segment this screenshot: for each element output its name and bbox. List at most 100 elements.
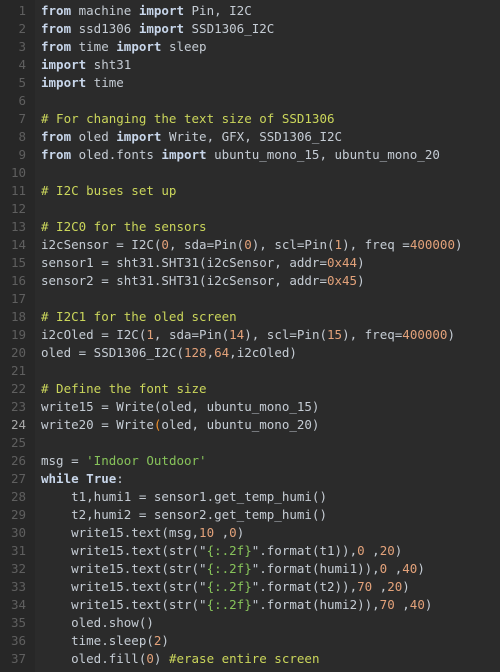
line-number: 8 bbox=[18, 129, 26, 144]
code-token-num: 0x45 bbox=[326, 273, 358, 288]
code-line[interactable]: 8 from oled import Write, GFX, SSD1306_I2… bbox=[0, 128, 500, 146]
code-line[interactable]: 9 from oled.fonts import ubuntu_mono_15, … bbox=[0, 146, 500, 164]
code-line[interactable]: 26 msg = 'Indoor Outdoor' bbox=[0, 452, 500, 470]
code-line[interactable]: 25 bbox=[0, 434, 500, 452]
line-number: 11 bbox=[10, 183, 26, 198]
code-line[interactable]: 13 # I2C0 for the sensors bbox=[0, 218, 500, 236]
line-number: 27 bbox=[10, 471, 26, 486]
code-line[interactable]: 32 write15.text(str("{:.2f}".format(humi… bbox=[0, 560, 500, 578]
code-token-num: 0x44 bbox=[326, 255, 358, 270]
code-line[interactable]: 3 from time import sleep bbox=[0, 38, 500, 56]
code-line[interactable]: 37 oled.fill(0) #erase entire screen bbox=[0, 650, 500, 668]
code-line[interactable]: 29 t2,humi2 = sensor2.get_temp_humi() bbox=[0, 506, 500, 524]
code-line[interactable]: 18 # I2C1 for the oled screen bbox=[0, 308, 500, 326]
code-token-id: ".format(t2)), bbox=[251, 579, 358, 594]
code-token-num: 64 bbox=[214, 345, 230, 360]
code-line[interactable]: 21 bbox=[0, 362, 500, 380]
code-token-id: ) bbox=[357, 273, 365, 288]
line-number: 19 bbox=[10, 327, 26, 342]
code-line[interactable]: 10 bbox=[0, 164, 500, 182]
code-line[interactable]: 19 i2cOled = I2C(1, sda=Pin(14), scl=Pin(… bbox=[0, 326, 500, 344]
code-token-num: 70 bbox=[379, 597, 395, 612]
code-line[interactable]: 2 from ssd1306 import SSD1306_I2C bbox=[0, 20, 500, 38]
code-line[interactable]: 7 # For changing the text size of SSD1306 bbox=[0, 110, 500, 128]
code-token-id: ) bbox=[447, 327, 455, 342]
code-token-id: ) bbox=[357, 255, 365, 270]
code-token-kw: import bbox=[138, 3, 184, 18]
code-line[interactable]: 20 oled = SSD1306_I2C(128,64,i2cOled) bbox=[0, 344, 500, 362]
line-number: 33 bbox=[10, 579, 26, 594]
code-token-kw: from bbox=[41, 21, 72, 36]
code-token-num: 400000 bbox=[409, 237, 455, 252]
code-line[interactable]: 5 import time bbox=[0, 74, 500, 92]
code-token-kw: from bbox=[41, 129, 72, 144]
line-number: 34 bbox=[10, 597, 26, 612]
code-token-id: i2cSensor = I2C( bbox=[41, 237, 162, 252]
code-line[interactable]: 6 bbox=[0, 92, 500, 110]
line-number: 23 bbox=[10, 399, 26, 414]
line-number: 25 bbox=[10, 435, 26, 450]
code-token-id: time bbox=[86, 75, 124, 90]
code-line[interactable]: 28 t1,humi1 = sensor1.get_temp_humi() bbox=[0, 488, 500, 506]
code-token-num: 20 bbox=[387, 579, 403, 594]
code-line[interactable]: 1 from machine import Pin, I2C bbox=[0, 2, 500, 20]
line-number: 1 bbox=[18, 3, 26, 18]
code-line[interactable]: 14 i2cSensor = I2C(0, sda=Pin(0), scl=Pin… bbox=[0, 236, 500, 254]
code-token-id: ) bbox=[417, 561, 425, 576]
code-token-id: , bbox=[364, 543, 380, 558]
code-token-kw: from bbox=[41, 39, 72, 54]
line-number: 30 bbox=[10, 525, 26, 540]
line-number: 26 bbox=[10, 453, 26, 468]
code-token-str: {:.2f} bbox=[206, 543, 252, 558]
line-number: 16 bbox=[10, 273, 26, 288]
code-token-id: Pin, I2C bbox=[184, 3, 252, 18]
line-number: 9 bbox=[18, 147, 26, 162]
code-token-kw: import bbox=[41, 75, 87, 90]
code-line[interactable]: 23 write15 = Write(oled, ubuntu_mono_15) bbox=[0, 398, 500, 416]
code-token-id: write15.text(str(" bbox=[41, 579, 207, 594]
code-line[interactable]: 22 # Define the font size bbox=[0, 380, 500, 398]
code-token-num: 14 bbox=[229, 327, 245, 342]
code-line[interactable]: 12 bbox=[0, 200, 500, 218]
code-token-num: 10 bbox=[199, 525, 215, 540]
code-token-kw: import bbox=[138, 21, 184, 36]
line-number: 31 bbox=[10, 543, 26, 558]
code-token-id: write15 = Write(oled, ubuntu_mono_15) bbox=[41, 399, 320, 414]
code-token-id: ) bbox=[236, 525, 245, 540]
code-line[interactable]: 36 time.sleep(2) bbox=[0, 632, 500, 650]
code-line[interactable]: 17 bbox=[0, 290, 500, 308]
code-token-kw: from bbox=[41, 3, 72, 18]
line-number: 17 bbox=[10, 291, 26, 306]
code-line[interactable]: 4 import sht31 bbox=[0, 56, 500, 74]
code-line[interactable]: 35 oled.show() bbox=[0, 614, 500, 632]
code-line[interactable]: 16 sensor2 = sht31.SHT31(i2cSensor, addr=… bbox=[0, 272, 500, 290]
line-number: 29 bbox=[10, 507, 26, 522]
code-editor[interactable]: 1 from machine import Pin, I2C 2 from ssd13… bbox=[0, 0, 500, 672]
code-token-id: write20 = Write bbox=[41, 417, 154, 432]
code-token-num: 15 bbox=[327, 327, 343, 342]
code-line[interactable]: 24 write20 = Write(oled, ubuntu_mono_20) bbox=[0, 416, 500, 434]
code-token-id: , sda=Pin( bbox=[168, 237, 245, 252]
code-line[interactable]: 30 write15.text(msg,10 ,0) bbox=[0, 524, 500, 542]
code-line[interactable]: 11 # I2C buses set up bbox=[0, 182, 500, 200]
code-token-num: 1 bbox=[146, 327, 154, 342]
line-number: 20 bbox=[10, 345, 26, 360]
code-token-num: 20 bbox=[379, 543, 395, 558]
code-token-id: ), freq= bbox=[342, 327, 403, 342]
code-token-id: ".format(t1)), bbox=[251, 543, 358, 558]
code-token-id: oled.show() bbox=[41, 615, 154, 630]
code-line[interactable]: 27 while True: bbox=[0, 470, 500, 488]
code-line[interactable]: 34 write15.text(str("{:.2f}".format(humi… bbox=[0, 596, 500, 614]
line-number: 15 bbox=[10, 255, 26, 270]
code-line[interactable]: 31 write15.text(str("{:.2f}".format(t1))… bbox=[0, 542, 500, 560]
code-line[interactable]: 33 write15.text(str("{:.2f}".format(t2))… bbox=[0, 578, 500, 596]
code-token-id: t2,humi2 = sensor2.get_temp_humi() bbox=[41, 507, 327, 522]
line-number: 35 bbox=[10, 615, 26, 630]
code-token-id: , bbox=[394, 597, 410, 612]
code-line[interactable]: 15 sensor1 = sht31.SHT31(i2cSensor, addr=… bbox=[0, 254, 500, 272]
code-token-num: 40 bbox=[409, 597, 425, 612]
code-token-id: , bbox=[206, 345, 215, 360]
code-token-id: write15.text(msg, bbox=[41, 525, 200, 540]
code-token-com: # I2C buses set up bbox=[41, 183, 177, 198]
code-token-id: , bbox=[387, 561, 403, 576]
